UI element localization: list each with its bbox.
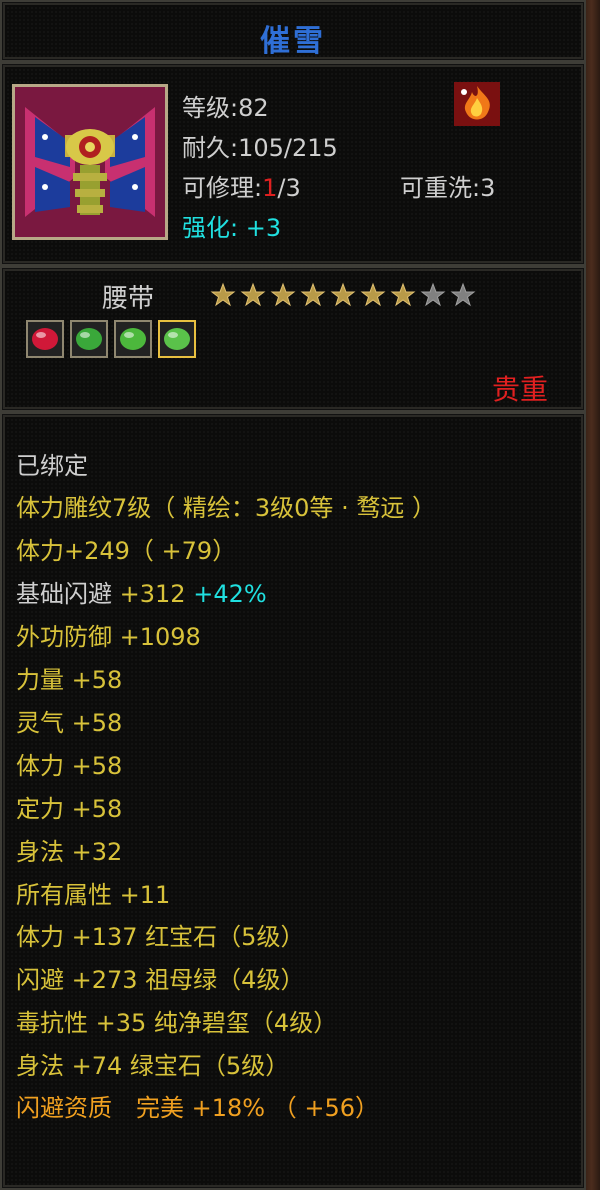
defense-line: 外功防御 +1098 (16, 623, 201, 651)
star-empty-icon (420, 282, 446, 308)
gem-stat-attr: 身法 +74 (16, 1052, 123, 1080)
stat-line: 身法 +32 (16, 838, 123, 866)
engrave-line: 体力雕纹7级（ 精绘：3级0等 · 骛远 ） (16, 494, 436, 522)
gem-slots (26, 320, 196, 358)
level-value: 82 (238, 94, 269, 122)
belt-item-icon[interactable] (12, 84, 168, 240)
stat-line: 定力 +58 (16, 795, 123, 823)
gem-stat-source: 红宝石（5级） (145, 923, 305, 951)
stat-line: 体力 +58 (16, 752, 123, 780)
green-gem-icon[interactable] (158, 320, 196, 358)
stat-line: 力量 +58 (16, 666, 123, 694)
enhance-line: 强化: +3 (182, 208, 281, 243)
rewash-label: 可重洗: (400, 174, 481, 202)
dodge-label: 基础闪避 (16, 580, 112, 608)
item-type-panel: 腰带 贵重 (0, 266, 586, 412)
gem-stat-line: 闪避 +273 祖母绿（4级） (16, 960, 304, 995)
star-filled-icon (270, 282, 296, 308)
star-filled-icon (300, 282, 326, 308)
level-label: 等级: (182, 94, 239, 122)
stat-line: 所有属性 +11 (16, 881, 171, 909)
star-filled-icon (360, 282, 386, 308)
fire-skill-icon[interactable] (454, 82, 500, 126)
dodge-line: 基础闪避 +312 +42% (16, 574, 267, 609)
bound-status: 已绑定 (16, 452, 88, 480)
gem-stat-line: 体力 +137 红宝石（5级） (16, 917, 304, 952)
gem-stat-line: 毒抗性 +35 纯净碧玺（4级） (16, 1003, 337, 1038)
durability-value: 105/215 (238, 134, 338, 162)
green-gem-icon[interactable] (114, 320, 152, 358)
star-filled-icon (330, 282, 356, 308)
item-type: 腰带 (102, 284, 155, 314)
aptitude-line: 闪避资质 完美 +18% （ +56） (16, 1094, 379, 1122)
enhance-label: 强化: (182, 214, 239, 242)
durability-line: 耐久:105/215 (182, 128, 338, 163)
dodge-percent: +42% (193, 580, 267, 608)
gem-stat-attr: 体力 +137 (16, 923, 138, 951)
stats-panel: 已绑定 体力雕纹7级（ 精绘：3级0等 · 骛远 ） 体力+249（ +79） … (0, 412, 586, 1190)
dodge-value: +312 (119, 580, 186, 608)
gem-stat-source: 绿宝石（5级） (129, 1052, 290, 1080)
star-empty-icon (450, 282, 476, 308)
repair-max: /3 (277, 174, 301, 202)
green-gem-icon[interactable] (70, 320, 108, 358)
title-bar: 催雪 (0, 0, 586, 62)
quality-label: 贵重 (491, 373, 548, 406)
side-decoration (586, 0, 600, 1190)
star-filled-icon (240, 282, 266, 308)
stat-line: 灵气 +58 (16, 709, 123, 737)
gem-stat-line: 身法 +74 绿宝石（5级） (16, 1046, 289, 1081)
rewash-line: 可重洗:3 (400, 168, 495, 203)
red-gem-icon[interactable] (26, 320, 64, 358)
gem-stat-attr: 闪避 +273 (16, 966, 138, 994)
gem-stat-attr: 毒抗性 +35 (16, 1009, 147, 1037)
level-line: 等级:82 (182, 88, 269, 123)
repair-line: 可修理:1/3 (182, 168, 301, 203)
repair-label: 可修理: (182, 174, 263, 202)
item-info-panel: 等级:82 耐久:105/215 可修理:1/3 可重洗:3 强化: +3 (0, 62, 586, 266)
enhance-value: +3 (245, 214, 282, 242)
gem-stat-source: 纯净碧玺（4级） (153, 1009, 338, 1037)
star-filled-icon (390, 282, 416, 308)
stamina-main-line: 体力+249（ +79） (16, 537, 237, 565)
durability-label: 耐久: (182, 134, 239, 162)
star-rating (210, 282, 476, 308)
repair-current: 1 (262, 174, 278, 202)
item-name: 催雪 (260, 24, 326, 59)
gem-stat-source: 祖母绿（4级） (145, 966, 305, 994)
star-filled-icon (210, 282, 236, 308)
rewash-value: 3 (480, 174, 496, 202)
